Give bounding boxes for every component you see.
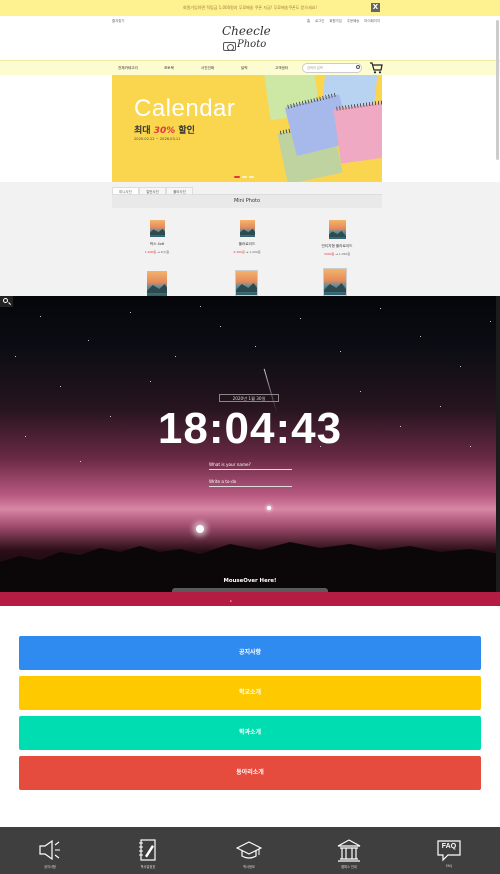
promo-bar: 회원가입하면 적립금 1,000원과 무료배송 쿠폰 지급! 무료배송쿠폰도 받… [0, 0, 500, 16]
product-card[interactable]: 빈티지형 폴라로이드 3000원 → 1,050원 [307, 220, 367, 256]
camera-icon [223, 42, 236, 51]
carousel-dots[interactable] [234, 176, 254, 178]
banner-date: 2020.02.22 ~ 2026.03.11 [134, 137, 181, 141]
bottom-nav-campus[interactable]: 캠퍼스 안내 [319, 827, 379, 874]
nav-item-photobook[interactable]: 포토북 [164, 66, 174, 71]
bottom-nav-label: FAQ [445, 864, 453, 868]
product-card[interactable]: 폴라로이드 2,300원 → 1,200원 [217, 220, 277, 254]
close-promo-button[interactable]: X [371, 3, 380, 12]
menu-list: 공지사항 학교소개 학과소개 동아리소개 [0, 606, 500, 826]
megaphone-icon [39, 839, 60, 861]
product-thumbnail[interactable] [149, 220, 165, 237]
product-price: 3000원 → 1,050원 [323, 252, 351, 256]
product-name[interactable]: 빈티지형 폴라로이드 [307, 244, 367, 249]
menu-button-club[interactable]: 동아리소개 [19, 756, 481, 790]
mouseover-label[interactable]: MouseOver Here! [0, 578, 500, 584]
main-nav: 전체카테고리 포토북 사진인화 달력 고객센터 검색어 입력 [0, 60, 500, 75]
bottom-nav-label: 캠퍼스 안내 [341, 865, 357, 869]
page: 회원가입하면 적립금 1,000원과 무료배송 쿠폰 지급! 무료배송쿠폰도 받… [0, 0, 500, 874]
promo-text: 회원가입하면 적립금 1,000원과 무료배송 쿠폰 지급! 무료배송쿠폰도 받… [183, 5, 317, 10]
utility-links: 홈 로그인 회원가입 주문배송 마이페이지 [307, 18, 380, 23]
calendar-image [333, 99, 382, 164]
nav-item-calendar[interactable]: 달력 [241, 66, 248, 71]
tab-normal[interactable]: 일반사진 [139, 187, 166, 195]
nav-item-all-category[interactable]: 전체카테고리 [118, 66, 138, 71]
product-price: 2,300원 → 1,200원 [233, 250, 261, 254]
bottom-nav-label: 학사정보 [243, 865, 255, 869]
util-link-mypage[interactable]: 마이페이지 [364, 18, 380, 23]
logo[interactable]: Cheecle Photo [214, 24, 274, 58]
util-link-home[interactable]: 홈 [307, 18, 310, 23]
bottom-nav-notice[interactable]: 공지사항 [20, 827, 80, 874]
util-link-login[interactable]: 로그인 [315, 18, 324, 23]
product-price: 1,900원 → 4(?)원 [144, 250, 170, 254]
cart-icon[interactable] [369, 62, 383, 74]
product-thumbnail[interactable] [235, 270, 258, 296]
clock-app: 2020년 1월 30일 18:04:43 What is your name?… [0, 296, 500, 592]
carousel-dot[interactable] [234, 176, 240, 178]
product-thumbnail[interactable] [323, 268, 347, 296]
bottom-nav-schedule[interactable]: 학사일정표 [118, 827, 178, 874]
bottom-nav-label: 학사일정표 [140, 865, 156, 869]
notebook-pen-icon [139, 839, 156, 861]
date-display: 2020년 1월 30일 [219, 394, 279, 402]
header-strip: ᵏ [0, 592, 500, 606]
carousel-dot[interactable] [249, 176, 254, 178]
product-thumbnail[interactable] [328, 220, 346, 239]
favorite-link[interactable]: 즐겨찾기 [112, 18, 124, 23]
util-link-order[interactable]: 주문배송 [347, 18, 359, 23]
tab-mini[interactable]: 미니사진 [112, 187, 139, 195]
name-field[interactable]: What is your name? [209, 462, 292, 470]
building-icon [337, 839, 361, 862]
clock-time: 18:04:43 [157, 404, 343, 453]
product-tabs: 미니사진 일반사진 폴라사진 [112, 187, 382, 195]
menu-button-notice[interactable]: 공지사항 [19, 636, 481, 670]
graduation-cap-icon [236, 841, 262, 859]
utility-bar: 즐겨찾기 홈 로그인 회원가입 주문배송 마이페이지 [0, 16, 500, 24]
bright-star [267, 506, 271, 510]
scrollbar[interactable] [496, 296, 500, 592]
todo-field[interactable]: Write a to-do [209, 479, 292, 487]
menu-button-department[interactable]: 학과소개 [19, 716, 481, 750]
product-thumbnail[interactable] [239, 220, 255, 237]
bottom-nav-label: 공지사항 [44, 865, 56, 869]
section-title: Mini Photo [112, 195, 382, 208]
search-icon[interactable] [356, 65, 360, 69]
banner-subtitle: 최대 30% 할인 [134, 126, 195, 136]
menu-button-school[interactable]: 학교소개 [19, 676, 481, 710]
nav-item-support[interactable]: 고객센터 [275, 66, 288, 71]
banner-title: Calendar [134, 95, 236, 122]
scrollbar[interactable] [496, 20, 499, 160]
search-input[interactable]: 검색어 입력 [302, 63, 362, 73]
bottom-nav: 공지사항 학사일정표 학사정보 캠퍼스 안내 FAQ FAQ [0, 827, 500, 874]
carousel-dot[interactable] [242, 176, 247, 178]
bottom-nav-faq[interactable]: FAQ FAQ [419, 827, 479, 874]
logo-text-1: Cheecle [222, 24, 271, 38]
search-button[interactable] [0, 296, 13, 307]
util-link-join[interactable]: 회원가입 [329, 18, 341, 23]
product-name[interactable]: 폴라로이드 [217, 242, 277, 247]
product-thumbnail[interactable] [147, 271, 167, 296]
faq-bubble-text: FAQ [441, 843, 457, 850]
logo-text-2: Photo [237, 39, 267, 50]
promo-banner[interactable]: Calendar 최대 30% 할인 2020.02.22 ~ 2026.03.… [112, 75, 382, 182]
nav-item-print[interactable]: 사진인화 [201, 66, 214, 71]
product-card[interactable]: 박스 4x6 1,900원 → 4(?)원 [127, 220, 187, 254]
tab-polar[interactable]: 폴라사진 [166, 187, 193, 195]
bottom-nav-academic[interactable]: 학사정보 [219, 827, 279, 874]
product-name[interactable]: 박스 4x6 [127, 242, 187, 247]
faq-bubble-icon [437, 840, 461, 862]
